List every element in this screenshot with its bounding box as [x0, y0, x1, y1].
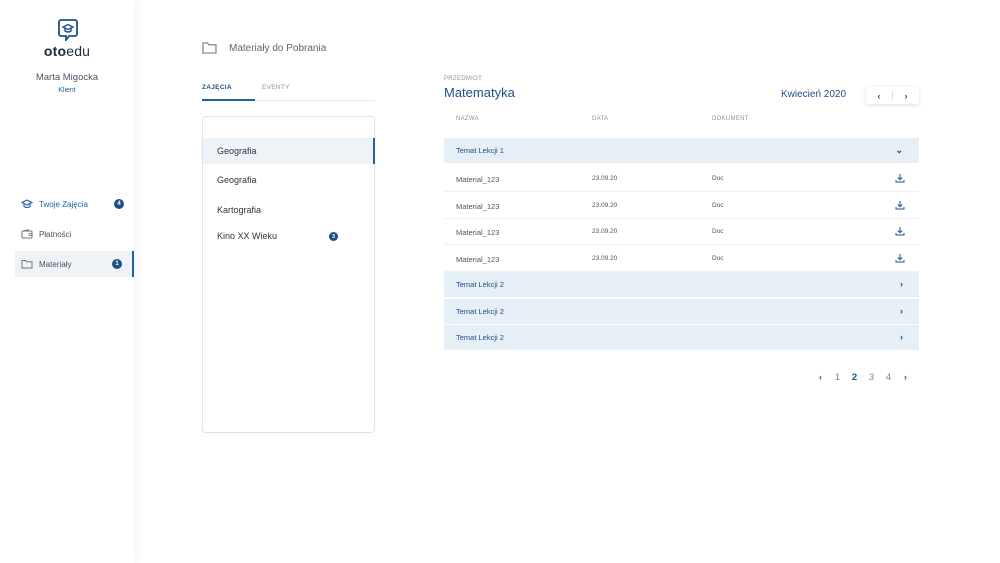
- notification-badge: 1: [112, 259, 122, 269]
- sidebar-item-label: Materiały: [39, 259, 72, 269]
- subject-title: Matematyka: [444, 85, 515, 100]
- file-date: 23.09.20: [592, 202, 618, 209]
- page-2[interactable]: 2: [846, 372, 863, 383]
- table-row: Material_123 23.09.20 Doc: [444, 165, 919, 192]
- lesson-group-title: Temat Lekcji 2: [456, 307, 504, 316]
- next-page-button[interactable]: ›: [897, 372, 914, 382]
- file-type: Doc: [712, 175, 724, 182]
- notification-badge: 3: [329, 232, 338, 241]
- list-item[interactable]: Kino XX Wieku 3: [203, 223, 375, 249]
- chevron-right-icon: ›: [900, 306, 903, 316]
- column-header-document: DOKUMENT: [712, 116, 749, 122]
- list-item-label: Kartografia: [217, 205, 262, 215]
- file-type: Doc: [712, 228, 724, 235]
- lesson-group-title: Temat Lekcji 2: [456, 280, 504, 289]
- lesson-group-header[interactable]: Temat Lekcji 2 ›: [444, 272, 919, 297]
- page-header: Materiały do Pobrania: [202, 42, 326, 54]
- page-4[interactable]: 4: [880, 372, 897, 383]
- subjects-list: Geografia Geografia Kartografia Kino XX …: [202, 116, 375, 433]
- file-date: 23.09.20: [592, 255, 618, 262]
- table-row: Material_123 23.09.20 Doc: [444, 218, 919, 245]
- user-role: Klient: [58, 87, 76, 94]
- sidebar-item-platnosci[interactable]: Płatności: [15, 221, 134, 247]
- download-icon[interactable]: [895, 200, 905, 210]
- file-date: 23.09.20: [592, 228, 618, 235]
- user-name: Marta Migocka: [35, 72, 99, 83]
- file-type: Doc: [712, 202, 724, 209]
- chevron-right-icon: ›: [900, 332, 903, 342]
- notification-badge: 4: [114, 199, 124, 209]
- list-item-label: Geografia: [217, 146, 257, 156]
- file-name: Material_123: [456, 255, 500, 264]
- tab-eventy[interactable]: EVENTY: [262, 84, 290, 91]
- sidebar-item-twoje-zajecia[interactable]: Twoje Zajęcia 4: [15, 191, 134, 217]
- lesson-group-title: Temat Lekcji 2: [456, 333, 504, 342]
- pagination: ‹ 1 2 3 4 ›: [812, 370, 914, 384]
- list-item-label: Kino XX Wieku: [217, 231, 278, 241]
- chevron-down-icon: ⌄: [895, 145, 903, 155]
- lesson-group-title: Temat Lekcji 1: [456, 146, 504, 155]
- logo-text: otoedu: [43, 43, 91, 59]
- logo-icon: [58, 19, 78, 41]
- page-1[interactable]: 1: [829, 372, 846, 383]
- download-icon[interactable]: [895, 173, 905, 183]
- chevron-right-icon: ›: [900, 279, 903, 289]
- file-date: 23.09.20: [592, 175, 618, 182]
- lesson-group-header[interactable]: Temat Lekcji 1 ⌄: [444, 138, 919, 163]
- prev-page-button[interactable]: ‹: [812, 372, 829, 382]
- graduation-cap-icon: [21, 198, 33, 210]
- tab-active-indicator: [202, 99, 255, 101]
- month-label: Kwiecień 2020: [781, 89, 847, 100]
- download-icon[interactable]: [895, 253, 905, 263]
- table-row: Material_123 23.09.20 Doc: [444, 192, 919, 219]
- sidebar-item-label: Twoje Zajęcia: [39, 199, 88, 209]
- sidebar-item-label: Płatności: [39, 229, 72, 239]
- tabs: ZAJĘCIA EVENTY: [202, 84, 375, 101]
- tab-zajecia[interactable]: ZAJĘCIA: [202, 84, 232, 91]
- next-month-button[interactable]: ›: [893, 87, 919, 104]
- sidebar: otoedu Marta Migocka Klient Twoje Zajęci…: [0, 0, 134, 563]
- prev-month-button[interactable]: ‹: [866, 87, 892, 104]
- sidebar-item-materialy[interactable]: Materiały 1: [15, 251, 134, 277]
- file-name: Material_123: [456, 228, 500, 237]
- list-item[interactable]: Geografia: [203, 138, 375, 164]
- page-title: Materiały do Pobrania: [229, 42, 327, 54]
- file-type: Doc: [712, 255, 724, 262]
- subject-label: PRZEDMIOT: [444, 76, 483, 82]
- download-icon[interactable]: [895, 226, 905, 236]
- file-name: Material_123: [456, 202, 500, 211]
- folder-icon: [21, 258, 33, 270]
- file-name: Material_123: [456, 175, 500, 184]
- wallet-icon: [21, 228, 33, 240]
- column-header-date: DATA: [592, 116, 609, 122]
- table-row: Material_123 23.09.20 Doc: [444, 245, 919, 272]
- list-item[interactable]: Geografia: [203, 167, 375, 193]
- month-navigation: ‹ ›: [866, 87, 919, 104]
- page-3[interactable]: 3: [863, 372, 880, 383]
- lesson-group-header[interactable]: Temat Lekcji 2 ›: [444, 299, 919, 324]
- lesson-group-header[interactable]: Temat Lekcji 2 ›: [444, 325, 919, 350]
- column-header-name: NAZWA: [456, 116, 479, 122]
- list-item-label: Geografia: [217, 175, 257, 185]
- list-item[interactable]: Kartografia: [203, 197, 375, 223]
- folder-icon: [202, 42, 217, 54]
